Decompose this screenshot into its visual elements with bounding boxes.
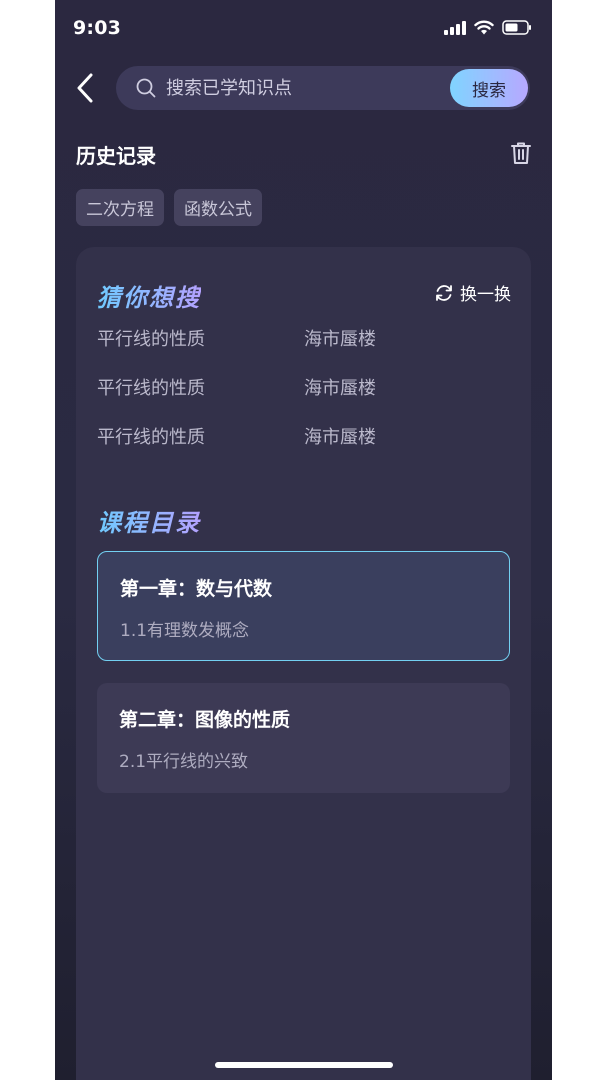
- search-input[interactable]: [166, 66, 436, 110]
- history-tag[interactable]: 函数公式: [174, 189, 262, 226]
- suggestion-item[interactable]: 海市蜃楼: [304, 327, 511, 352]
- search-icon: [136, 78, 156, 98]
- refresh-label: 换一换: [460, 285, 511, 305]
- refresh-button[interactable]: 换一换: [434, 280, 511, 305]
- suggestions-list: 平行线的性质 海市蜃楼 平行线的性质 海市蜃楼 平行线的性质 海市蜃楼: [97, 327, 517, 450]
- suggestion-item[interactable]: 平行线的性质: [97, 376, 304, 401]
- chapter-subtitle: 1.1有理数发概念: [120, 621, 250, 641]
- status-time: 9:03: [73, 17, 122, 39]
- suggestions-title: 猜你想搜: [97, 278, 201, 313]
- signal-icon: [444, 20, 466, 35]
- suggestion-item[interactable]: 平行线的性质: [97, 425, 304, 450]
- suggestion-item[interactable]: 海市蜃楼: [304, 425, 511, 450]
- chapter-title: 第一章：数与代数: [120, 578, 273, 600]
- status-bar: 9:03: [55, 0, 552, 58]
- battery-icon: [502, 20, 531, 35]
- content-card: 猜你想搜 换一换 平行线的性质 海市蜃楼 平行线的性质 海市蜃楼 平行线的性质 …: [76, 247, 531, 1080]
- phone-screen: 9:03 搜索已学知识点 搜索 历史记录 二次方程 函数公式 猜你想搜 换一换 …: [55, 0, 552, 1080]
- chapter-title: 第二章：图像的性质: [119, 709, 291, 731]
- chapter-card-active[interactable]: 第一章：数与代数 1.1有理数发概念: [97, 551, 510, 661]
- catalog-title: 课程目录: [97, 503, 201, 538]
- home-indicator: [215, 1062, 393, 1068]
- history-tag[interactable]: 二次方程: [76, 189, 164, 226]
- history-tags: 二次方程 函数公式: [76, 189, 262, 226]
- status-icons: [444, 20, 532, 35]
- search-button[interactable]: 搜索: [450, 69, 528, 107]
- trash-icon[interactable]: [510, 141, 532, 165]
- suggestion-item[interactable]: 海市蜃楼: [304, 376, 511, 401]
- back-button[interactable]: [73, 70, 97, 106]
- chevron-left-icon: [77, 73, 93, 103]
- chapter-subtitle: 2.1平行线的兴致: [119, 752, 249, 772]
- wifi-icon: [474, 20, 494, 35]
- refresh-icon: [436, 284, 452, 301]
- search-bar: 搜索: [116, 66, 530, 110]
- chapter-card[interactable]: 第二章：图像的性质 2.1平行线的兴致: [97, 683, 510, 793]
- history-title: 历史记录: [76, 144, 156, 168]
- suggestion-item[interactable]: 平行线的性质: [97, 327, 304, 352]
